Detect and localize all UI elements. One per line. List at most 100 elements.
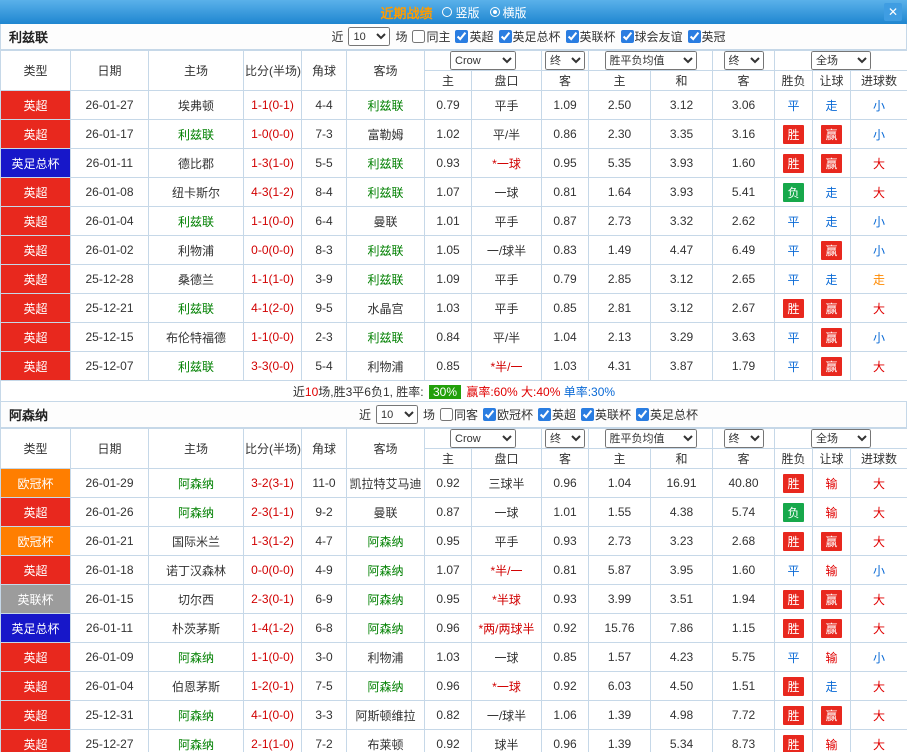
goals-mark: 走 <box>873 273 885 287</box>
close-icon[interactable]: ✕ <box>884 3 902 21</box>
sub-col-header: 客 <box>713 449 775 469</box>
scope-filter[interactable]: 同主 <box>412 28 450 45</box>
ah-away-odds: 0.85 <box>542 294 589 323</box>
match-scope-select-cell: 全场 <box>775 51 907 71</box>
league-filter[interactable]: 英超 <box>455 28 493 45</box>
corner-count: 7-2 <box>302 730 347 752</box>
odds-stage-select[interactable]: 终 <box>724 429 764 448</box>
bookmaker-select-cell: Crow <box>425 51 542 71</box>
team-name: 阿森纳 <box>9 405 159 424</box>
match-date: 26-01-02 <box>71 236 149 265</box>
match-result: 胜 <box>775 672 813 701</box>
corner-count: 6-9 <box>302 585 347 614</box>
goals-result: 大 <box>851 527 907 556</box>
titlebar-controls: 近期战绩 竖版 横版 <box>0 3 907 22</box>
odds-lose: 1.79 <box>713 352 775 381</box>
handicap-mark: 赢 <box>821 125 841 144</box>
goals-mark: 大 <box>873 738 885 752</box>
league-filter[interactable]: 球会友谊 <box>621 28 683 45</box>
league-filter-checkbox[interactable] <box>566 30 579 43</box>
ah-home-odds: 0.96 <box>425 672 472 701</box>
odds-stage-select[interactable]: 终 <box>724 51 764 70</box>
home-team: 纽卡斯尔 <box>149 178 244 207</box>
match-scope-select[interactable]: 全场 <box>811 429 871 448</box>
league-filter-checkbox[interactable] <box>621 30 634 43</box>
league-filter[interactable]: 英足总杯 <box>499 28 561 45</box>
corner-count: 6-8 <box>302 614 347 643</box>
corner-count: 7-3 <box>302 120 347 149</box>
handicap-mark: 走 <box>825 273 837 287</box>
ah-away-odds: 0.95 <box>542 149 589 178</box>
match-date: 26-01-17 <box>71 120 149 149</box>
match-date: 26-01-09 <box>71 643 149 672</box>
scope-filter-label: 同客 <box>454 406 478 423</box>
odds-win: 6.03 <box>589 672 651 701</box>
league-filter-checkbox[interactable] <box>581 408 594 421</box>
league-filter-checkbox[interactable] <box>455 30 468 43</box>
avg-odds-select[interactable]: 胜平负均值 <box>605 51 697 70</box>
corner-count: 8-3 <box>302 236 347 265</box>
ah-away-odds: 0.87 <box>542 207 589 236</box>
ah-stage-select[interactable]: 终 <box>545 429 585 448</box>
odds-win: 2.50 <box>589 91 651 120</box>
handicap-result: 走 <box>813 672 851 701</box>
ah-stage-select-cell: 终 <box>542 51 589 71</box>
league-filter[interactable]: 英冠 <box>688 28 726 45</box>
odds-lose: 2.68 <box>713 527 775 556</box>
ah-stage-select[interactable]: 终 <box>545 51 585 70</box>
league-filter[interactable]: 英足总杯 <box>636 406 698 423</box>
goals-mark: 小 <box>873 99 885 113</box>
ah-away-odds: 1.04 <box>542 323 589 352</box>
odds-draw: 3.35 <box>651 120 713 149</box>
result-mark: 平 <box>787 564 799 578</box>
goals-result: 大 <box>851 498 907 527</box>
ah-away-odds: 0.96 <box>542 730 589 752</box>
match-result: 负 <box>775 498 813 527</box>
recent-count-select[interactable]: 10 <box>376 405 418 424</box>
ah-home-odds: 0.84 <box>425 323 472 352</box>
match-row: 英足总杯26-01-11朴茨茅斯1-4(1-2)6-8阿森纳0.96*两/两球半… <box>1 614 907 643</box>
odds-win: 1.39 <box>589 701 651 730</box>
radio-icon[interactable] <box>490 7 500 17</box>
filter-controls: 近10场同客欧冠杯英超英联杯英足总杯 <box>159 405 898 424</box>
result-mark: 胜 <box>783 590 803 609</box>
layout-option-vertical[interactable]: 竖版 <box>442 4 479 21</box>
league-filter[interactable]: 英联杯 <box>581 406 631 423</box>
match-scope-select[interactable]: 全场 <box>811 51 871 70</box>
league-filter-label: 英超 <box>552 406 576 423</box>
summary-part: 场,胜3平6负1, 胜率: <box>318 385 427 399</box>
results-table: 类型日期主场比分(半场)角球客场Crow终胜平负均值终全场主盘口客主和客胜负让球… <box>0 50 907 402</box>
league-badge: 英超 <box>1 207 71 236</box>
league-filter-checkbox[interactable] <box>483 408 496 421</box>
league-badge: 英超 <box>1 556 71 585</box>
home-team: 阿森纳 <box>149 730 244 752</box>
scope-filter[interactable]: 同客 <box>440 406 478 423</box>
scope-filter-checkbox[interactable] <box>440 408 453 421</box>
recent-count-select[interactable]: 10 <box>348 27 390 46</box>
goals-result: 大 <box>851 730 907 752</box>
match-row: 英超25-12-27阿森纳2-1(1-0)7-2布莱顿0.92球半0.961.3… <box>1 730 907 752</box>
home-team: 诺丁汉森林 <box>149 556 244 585</box>
league-filter-checkbox[interactable] <box>538 408 551 421</box>
handicap-mark: 输 <box>825 651 837 665</box>
odds-lose: 1.94 <box>713 585 775 614</box>
match-date: 26-01-21 <box>71 527 149 556</box>
sub-col-header: 主 <box>425 449 472 469</box>
league-filter-checkbox[interactable] <box>636 408 649 421</box>
league-filter[interactable]: 欧冠杯 <box>483 406 533 423</box>
bookmaker-select[interactable]: Crow <box>450 51 516 70</box>
layout-option-horizontal[interactable]: 横版 <box>490 4 527 21</box>
away-team: 利物浦 <box>347 352 425 381</box>
league-filter-checkbox[interactable] <box>688 30 701 43</box>
league-filter-checkbox[interactable] <box>499 30 512 43</box>
avg-odds-select[interactable]: 胜平负均值 <box>605 429 697 448</box>
bookmaker-select[interactable]: Crow <box>450 429 516 448</box>
scope-filter-checkbox[interactable] <box>412 30 425 43</box>
radio-icon[interactable] <box>442 7 452 17</box>
goals-result: 大 <box>851 352 907 381</box>
odds-lose: 2.62 <box>713 207 775 236</box>
league-filter[interactable]: 英联杯 <box>566 28 616 45</box>
home-team: 利兹联 <box>149 207 244 236</box>
match-row: 英超25-12-31阿森纳4-1(0-0)3-3阿斯顿维拉0.82一/球半1.0… <box>1 701 907 730</box>
league-filter[interactable]: 英超 <box>538 406 576 423</box>
